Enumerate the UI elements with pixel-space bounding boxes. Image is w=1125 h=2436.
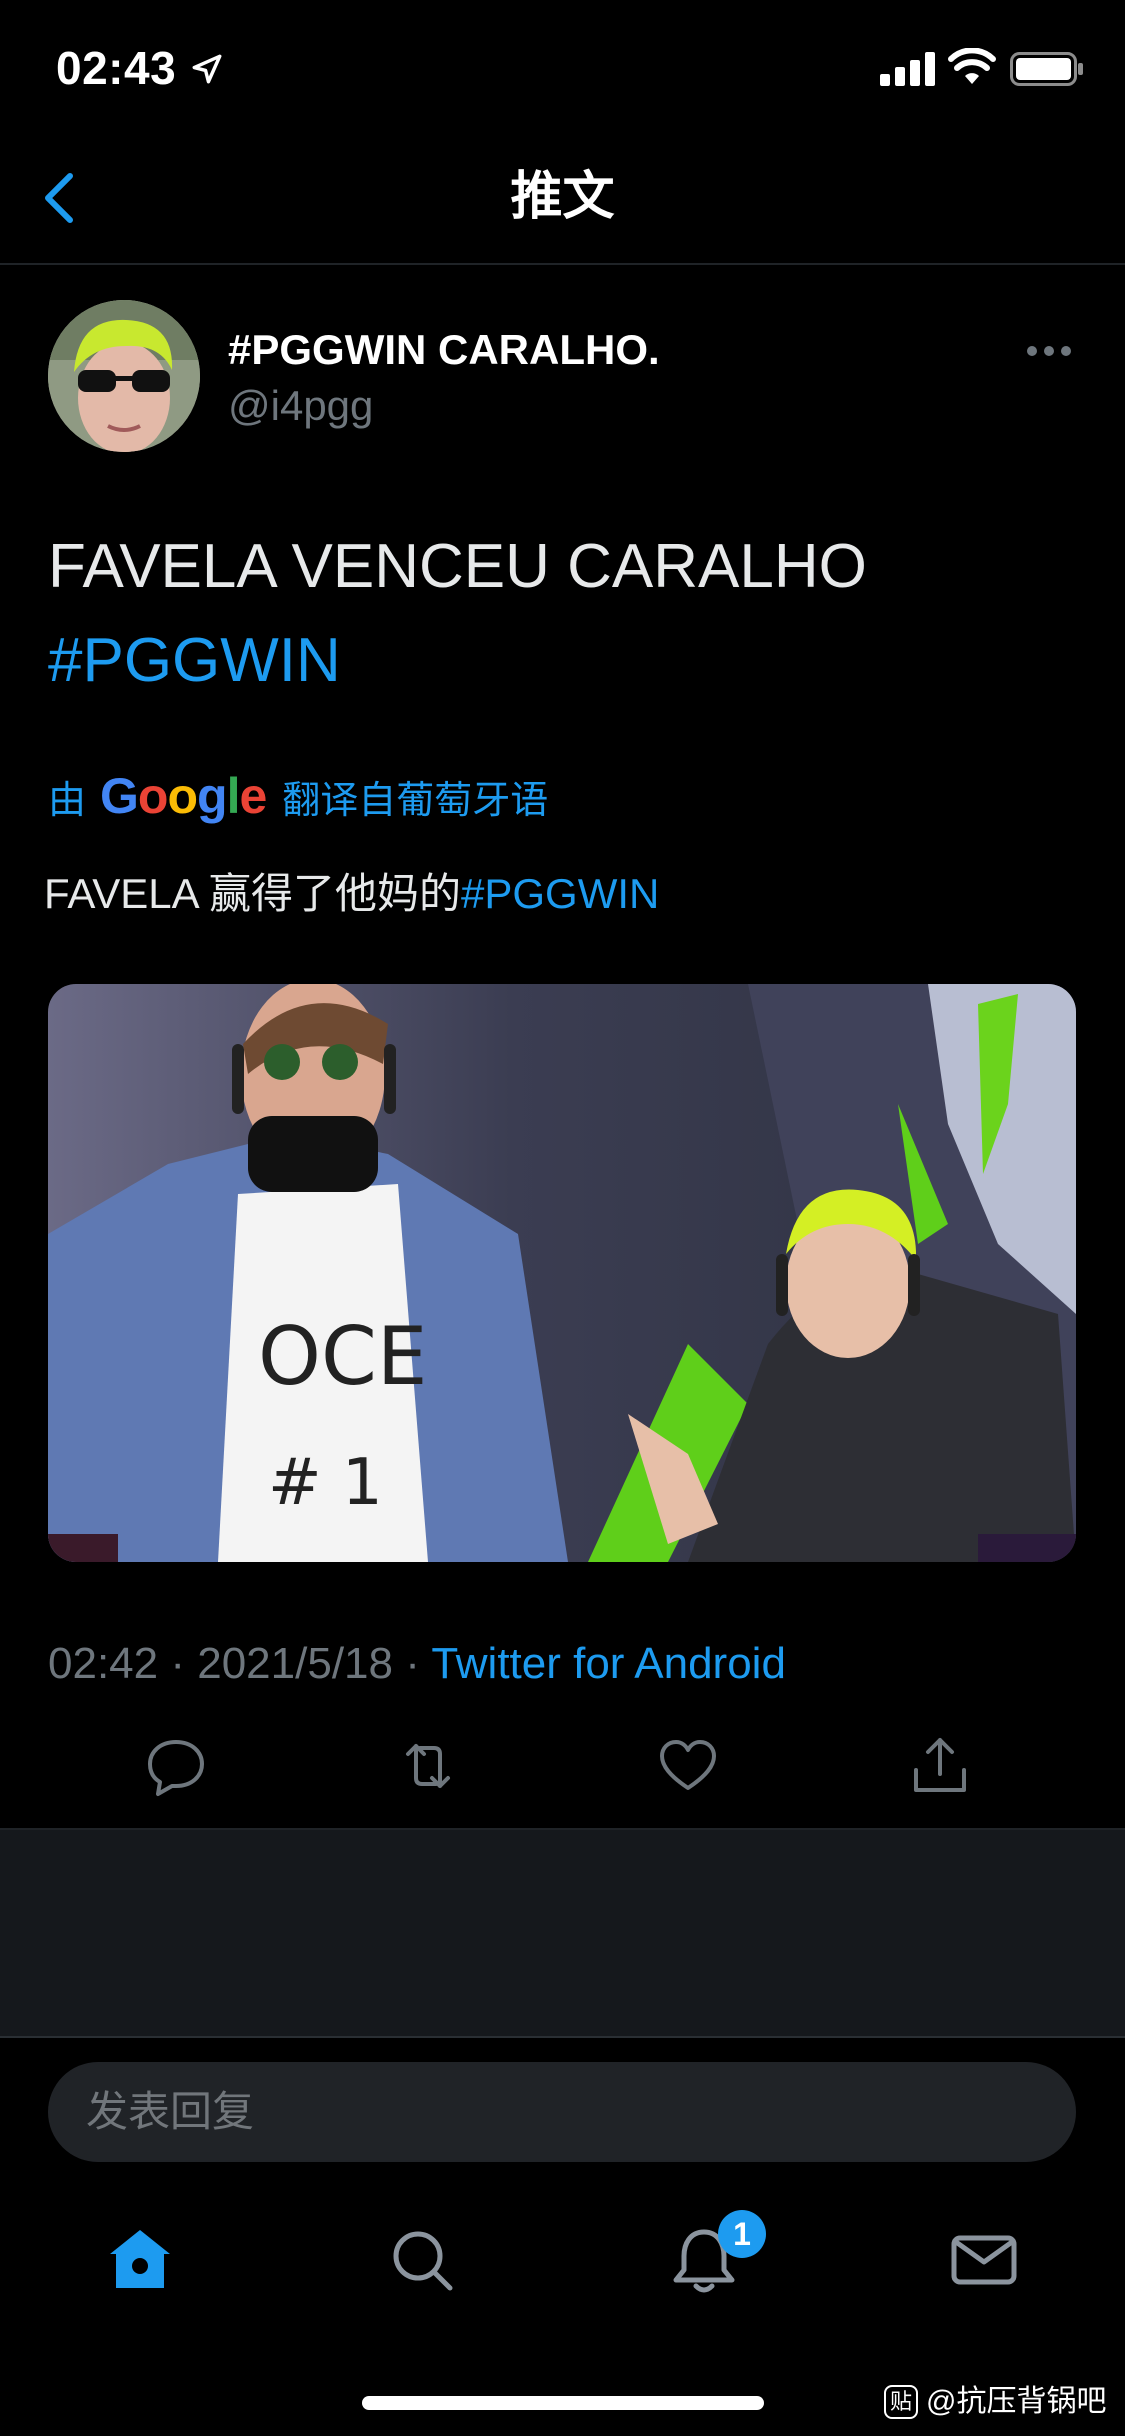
nav-divider: [0, 263, 1125, 265]
replies-area: [0, 1828, 1125, 2038]
signal-icon: [880, 52, 935, 86]
tweet-meta: 02:42 · 2021/5/18 · Twitter for Android: [48, 1634, 786, 1694]
notification-badge: 1: [718, 2210, 766, 2258]
avatar[interactable]: [48, 300, 200, 452]
tweet-text-line: FAVELA VENCEU CARALHO: [48, 532, 867, 601]
svg-text:# 1: # 1: [268, 1446, 383, 1520]
home-icon[interactable]: [104, 2224, 176, 2296]
meta-separator: ·: [405, 1639, 420, 1688]
more-options-icon[interactable]: [1026, 344, 1072, 358]
display-name[interactable]: #PGGWIN CARALHO.: [228, 322, 660, 378]
google-logo: Google: [100, 768, 267, 824]
svg-text:OCE: OCE: [258, 1310, 427, 1403]
status-time: 02:43: [56, 42, 177, 94]
share-icon[interactable]: [908, 1734, 972, 1798]
reply-input[interactable]: [48, 2062, 1076, 2162]
meta-separator: ·: [170, 1639, 185, 1688]
translated-hashtag-link[interactable]: #PGGWIN: [461, 870, 659, 917]
translation-prefix: 由: [48, 779, 87, 822]
avatar-image: [48, 300, 200, 452]
composer-divider: [0, 2036, 1125, 2038]
media-image: OCE # 1: [48, 984, 1076, 1562]
retweet-icon[interactable]: [396, 1734, 460, 1798]
mail-icon[interactable]: [948, 2224, 1020, 2296]
battery-icon: [1010, 52, 1083, 86]
reply-icon[interactable]: [144, 1734, 208, 1798]
watermark-text: @抗压背锅吧: [926, 2385, 1107, 2418]
home-indicator[interactable]: [362, 2396, 764, 2410]
page-title: 推文: [510, 168, 615, 226]
tweet-source-link[interactable]: Twitter for Android: [431, 1639, 786, 1688]
translated-text-body: FAVELA 赢得了他妈的: [44, 870, 461, 917]
hashtag-link[interactable]: #PGGWIN: [48, 614, 1068, 708]
search-icon[interactable]: [386, 2224, 458, 2296]
heart-icon[interactable]: [656, 1734, 720, 1798]
translated-text: FAVELA 赢得了他妈的#PGGWIN: [44, 866, 659, 922]
wifi-icon: [948, 48, 996, 84]
tweet-time: 02:42: [48, 1639, 159, 1688]
translation-attribution[interactable]: 由 Google 翻译自葡萄牙语: [48, 766, 548, 826]
tweet-media-photo[interactable]: OCE # 1: [48, 984, 1076, 1562]
user-handle[interactable]: @i4pgg: [228, 378, 373, 434]
watermark: 贴 @抗压背锅吧: [884, 2382, 1106, 2422]
watermark-badge: 贴: [884, 2385, 918, 2419]
translation-suffix: 翻译自葡萄牙语: [282, 779, 549, 822]
tweet-text: FAVELA VENCEU CARALHO #PGGWIN: [48, 520, 1068, 708]
location-arrow-icon: [192, 54, 222, 84]
tweet-date: 2021/5/18: [197, 1639, 393, 1688]
